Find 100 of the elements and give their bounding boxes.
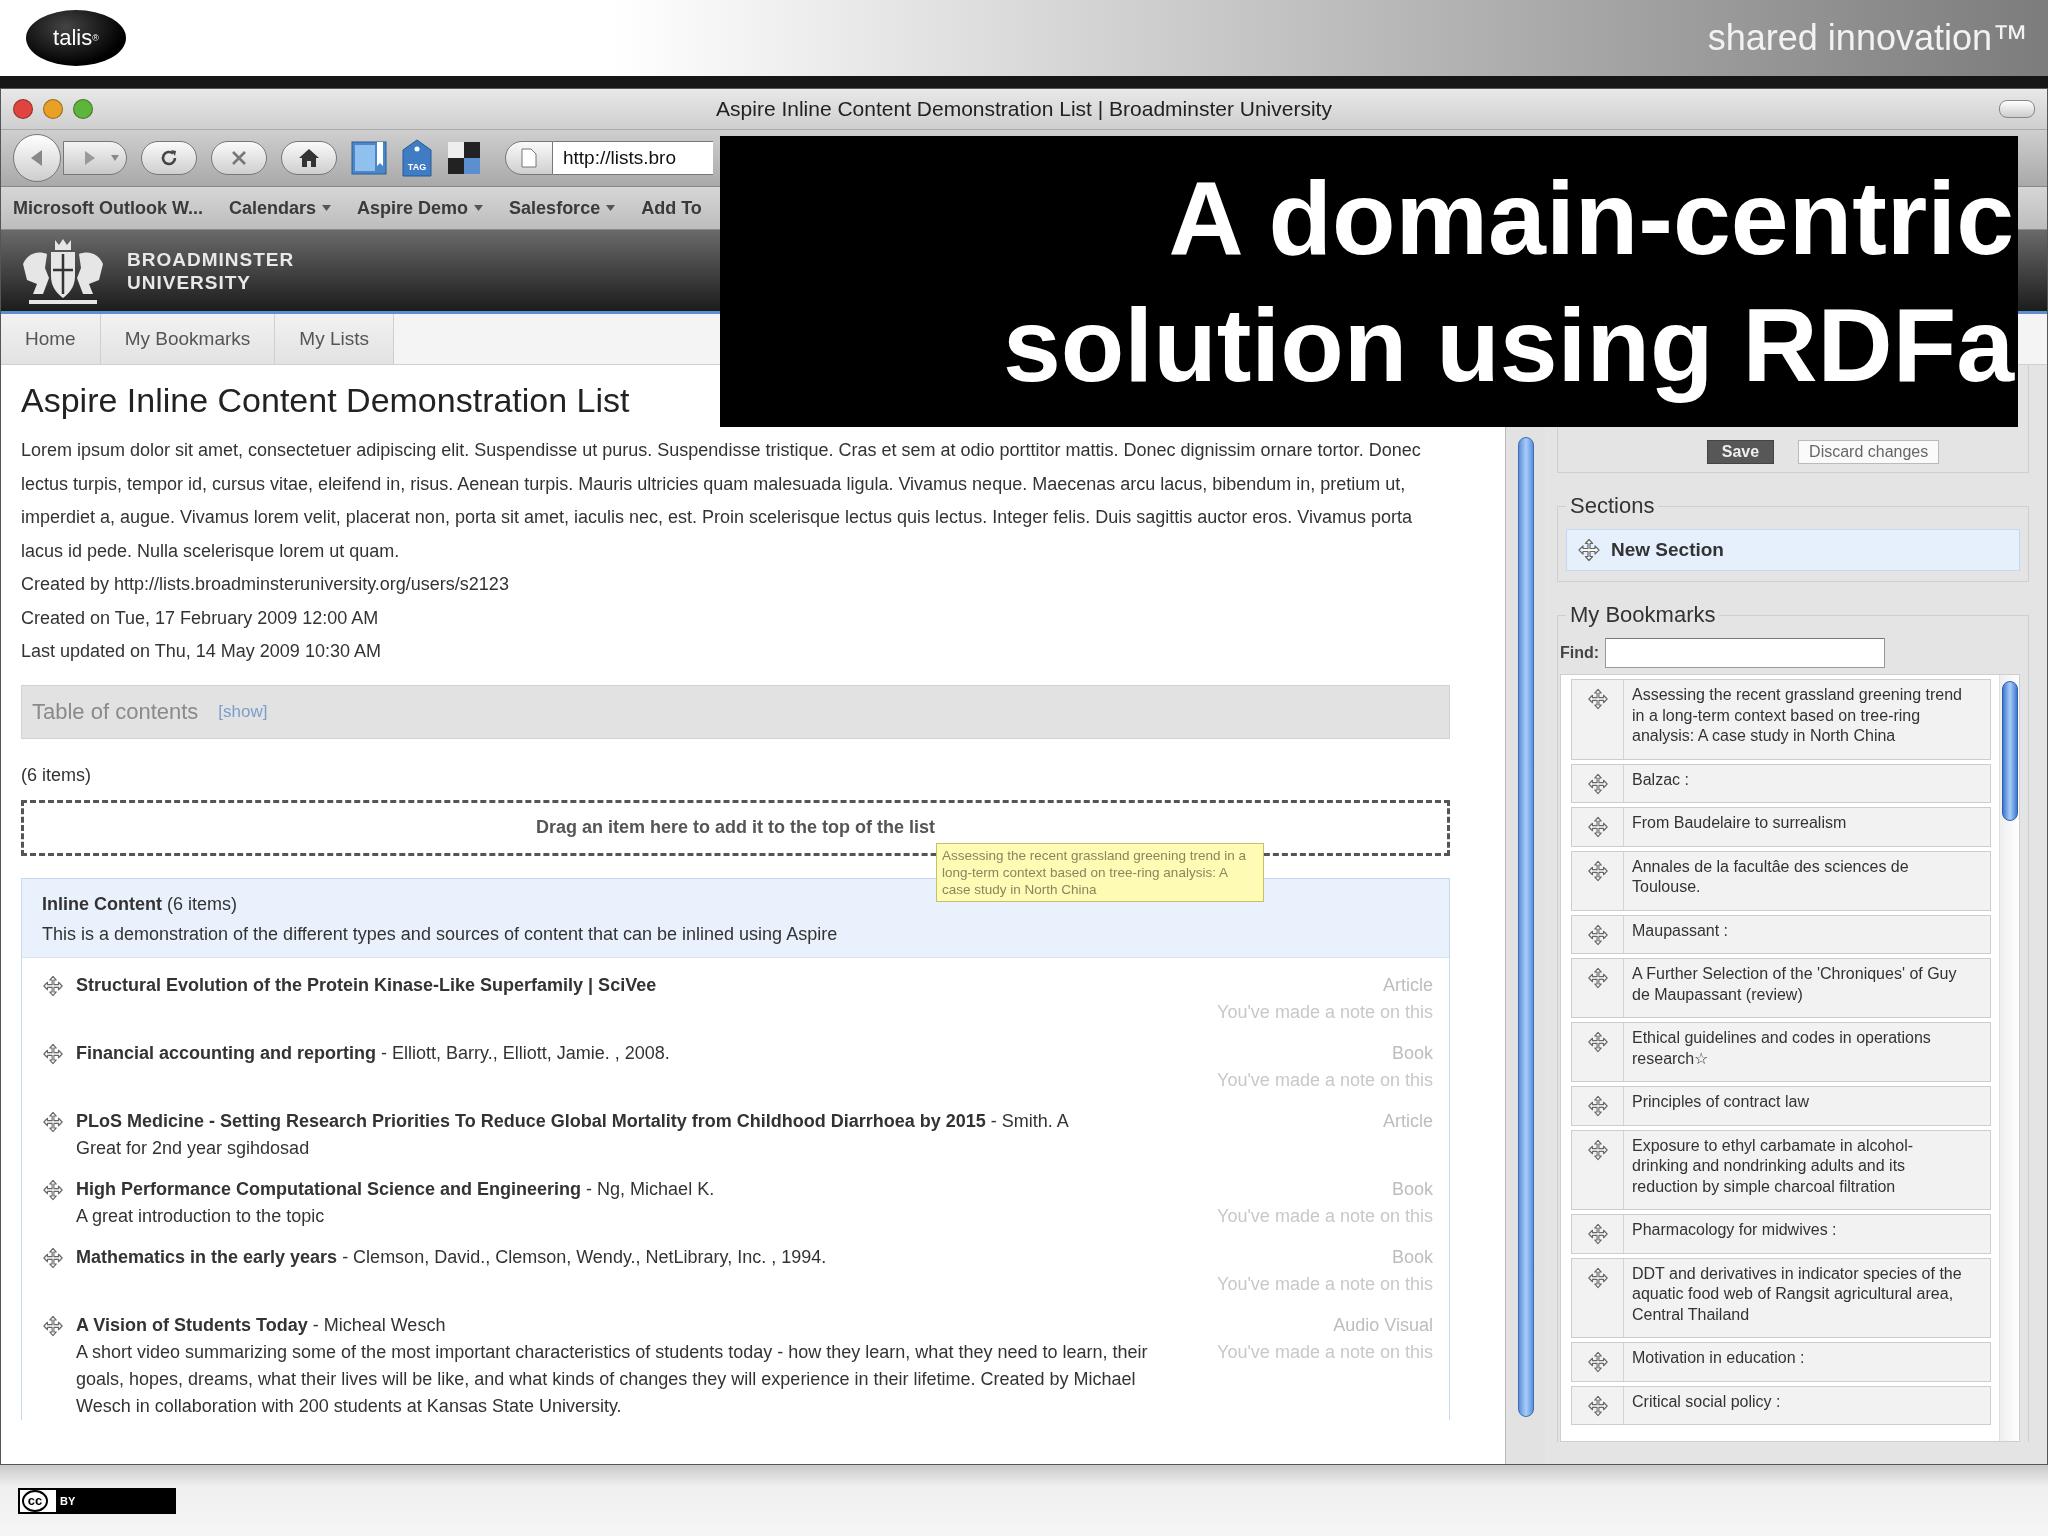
move-icon[interactable] bbox=[1586, 1223, 1609, 1245]
tag-icon[interactable]: TAG bbox=[401, 139, 433, 177]
move-icon[interactable] bbox=[1586, 1031, 1609, 1053]
list-meta: Created on Tue, 17 February 2009 12:00 AM bbox=[21, 606, 380, 630]
zoom-button[interactable] bbox=[73, 99, 93, 119]
toolbar-toggle-button[interactable] bbox=[1999, 100, 2035, 118]
item-count: (6 items) bbox=[21, 764, 92, 786]
address-field[interactable]: http://lists.bro bbox=[553, 141, 713, 175]
nav-tab[interactable]: My Bookmarks bbox=[100, 314, 276, 364]
sidebar-heading: My Bookmarks bbox=[1569, 602, 1717, 628]
bookmark-link[interactable]: Calendars bbox=[229, 197, 332, 219]
move-icon[interactable] bbox=[42, 1246, 64, 1269]
bookmark-item[interactable]: Balzac : bbox=[1571, 763, 1991, 803]
bookmark-title: Balzac : bbox=[1631, 769, 1690, 790]
bookmark-link[interactable]: Microsoft Outlook W... bbox=[13, 197, 203, 219]
bookmark-title: Assessing the recent grassland greening trend in a long-term context based on tree-ring analysis: A case study in North China bbox=[1631, 685, 1963, 746]
caret-icon bbox=[110, 154, 120, 162]
save-button[interactable]: Save bbox=[1706, 440, 1775, 464]
citation[interactable]: PLoS Medicine - Setting Research Priorities To Reduce Global Mortality from Childhood Diarrhoea by 2015 - Smith. A bbox=[76, 1107, 1179, 1135]
bookmark-item[interactable]: Principles of contract law bbox=[1571, 1086, 1991, 1126]
bookmark-item[interactable]: A Further Selection of the 'Chroniques' of Guy de Maupassant (review) bbox=[1571, 958, 1991, 1018]
nav-tab[interactable]: Home bbox=[1, 314, 101, 364]
find-field[interactable] bbox=[1605, 638, 1886, 668]
home-button[interactable] bbox=[281, 141, 337, 175]
checker-icon[interactable] bbox=[447, 141, 481, 175]
move-icon[interactable] bbox=[42, 1314, 64, 1337]
move-icon[interactable] bbox=[1586, 816, 1609, 838]
move-icon[interactable] bbox=[42, 1042, 64, 1065]
list-meta: Last updated on Thu, 14 May 2009 10:30 AM bbox=[21, 640, 382, 663]
find-label: Find: bbox=[1560, 644, 1600, 662]
bookmark-item[interactable]: Exposure to ethyl carbamate in alcohol-drinking and nondrinking adults and its reduction by simple charcoal filtration bbox=[1571, 1129, 1991, 1210]
move-icon[interactable] bbox=[1586, 688, 1609, 710]
bookmark-item[interactable]: DDT and derivatives in indicator species of the aquatic food web of Rangsit agricultural area, Central Thailand bbox=[1571, 1257, 1991, 1338]
section-item[interactable]: New Section bbox=[1566, 529, 2020, 571]
bookmark-title: Pharmacology for midwives : bbox=[1631, 1220, 1838, 1240]
citation[interactable]: A Vision of Students Today - Micheal Wesch bbox=[76, 1311, 1179, 1339]
list-meta: Created by http://lists.broadminsteruniversity.org/users/s2123 bbox=[21, 573, 510, 596]
page-title: Aspire Inline Content Demonstration List bbox=[21, 381, 631, 420]
item-note: A great introduction to the topic bbox=[76, 1204, 326, 1228]
item-type: Book bbox=[1390, 1177, 1433, 1201]
citation[interactable]: High Performance Computational Science and Engineering - Ng, Michael K. bbox=[76, 1175, 1179, 1203]
move-icon[interactable] bbox=[1586, 923, 1609, 946]
section-name: New Section bbox=[1611, 539, 1724, 561]
close-button[interactable] bbox=[13, 99, 33, 119]
move-icon[interactable] bbox=[1586, 859, 1609, 882]
move-icon[interactable] bbox=[1586, 1138, 1609, 1161]
license-badge[interactable]: cc BY bbox=[18, 1487, 176, 1514]
home-icon bbox=[297, 147, 321, 169]
move-icon[interactable] bbox=[42, 974, 64, 997]
bookmark-title: Maupassant : bbox=[1631, 920, 1730, 941]
stop-button[interactable] bbox=[211, 141, 267, 175]
discard-button[interactable]: Discard changes bbox=[1798, 440, 1940, 464]
slide-title: A domain-centric solution using RDFa bbox=[1002, 158, 2014, 405]
tagline: shared innovation™ bbox=[1707, 17, 2028, 59]
bookmark-item[interactable]: Maupassant : bbox=[1571, 914, 1991, 954]
bookmark-link[interactable]: Add To bbox=[641, 197, 702, 219]
move-icon[interactable] bbox=[42, 1178, 64, 1201]
move-icon[interactable] bbox=[1586, 1266, 1609, 1289]
bookmark-title: Ethical guidelines and codes in operations research☆ bbox=[1631, 1028, 1932, 1069]
move-icon[interactable] bbox=[1586, 772, 1609, 795]
bookmark-item[interactable]: Annales de la facultâe des sciences de Toulouse. bbox=[1571, 850, 1991, 911]
citation[interactable]: Financial accounting and reporting - Elliott, Barry., Elliott, Jamie. , 2008. bbox=[76, 1039, 1179, 1067]
move-icon[interactable] bbox=[1586, 1095, 1609, 1117]
citation[interactable]: Structural Evolution of the Protein Kinase-Like Superfamily | SciVee bbox=[76, 971, 1179, 999]
move-icon[interactable] bbox=[1586, 1351, 1609, 1373]
item-type: Audio Visual bbox=[1332, 1313, 1433, 1337]
drop-zone-label: Drag an item here to add it to the top of the list bbox=[536, 817, 935, 838]
window-title: Aspire Inline Content Demonstration List | Broadminster University bbox=[715, 97, 1333, 121]
bookmark-title: DDT and derivatives in indicator species of the aquatic food web of Rangsit agricultural area, Central Thailand bbox=[1631, 1263, 1963, 1325]
reload-button[interactable] bbox=[141, 141, 197, 175]
bookmark-title: From Baudelaire to surrealism bbox=[1631, 813, 1848, 833]
nav-tab[interactable]: My Lists bbox=[275, 314, 394, 364]
item-note: A short video summarizing some of the most important characteristics of students today - how they learn, what they need to learn, their goals, hopes, dreams, what their lives will be like, and what kinds of changes they will experience in their lifetime. Created by Michael Wesch in collaboration with 200 students at Kansas State University. bbox=[76, 1340, 1149, 1418]
list-description: Lorem ipsum dolor sit amet, consectetuer adipiscing elit. Suspendisse ut purus. Suspendisse tristique. Cras et sem at odio porttitor mattis. Donec dignissim ornare tortor. Donec lectus turpis, tempor id, cursus vitae, eleifend in, risus. Aenean turpis. Mauris ultricies quam malesuada ligula. Vivamus neque. Maecenas arcu lacus, bibendum in, pretium ut, imperdiet a, augue. Vivamus lorem velit, placerat non, porta sit amet, iaculis nec, est. Proin scelerisque lectus quis lectus. Integer felis. Duis sagittis auctor eros. Vivamus porta lacus id pede. Nulla scelerisque lorem ut quam. bbox=[21, 439, 1422, 563]
bookmark-title: Motivation in education : bbox=[1631, 1348, 1806, 1368]
bookmark-item[interactable]: Pharmacology for midwives : bbox=[1571, 1214, 1991, 1254]
bookmark-item[interactable]: Critical social policy : bbox=[1571, 1385, 1991, 1425]
bookmark-icon[interactable] bbox=[351, 140, 387, 176]
move-icon[interactable] bbox=[1577, 538, 1601, 562]
back-button[interactable] bbox=[13, 134, 61, 182]
bookmark-title: A Further Selection of the 'Chroniques' of Guy de Maupassant (review) bbox=[1631, 964, 1958, 1005]
move-icon[interactable] bbox=[42, 1110, 64, 1133]
item-type: Article bbox=[1382, 973, 1433, 997]
tooltip: Assessing the recent grassland greening trend in a long-term context based on tree-ring analysis: A case study in North China bbox=[936, 842, 1264, 902]
caret-icon bbox=[322, 205, 332, 211]
bookmark-item[interactable]: Motivation in education : bbox=[1571, 1342, 1991, 1382]
bookmark-link[interactable]: Salesforce bbox=[509, 197, 616, 219]
caret-icon bbox=[606, 205, 616, 211]
minimize-button[interactable] bbox=[43, 99, 63, 119]
bookmark-item[interactable]: Assessing the recent grassland greening trend in a long-term context based on tree-ring analysis: A case study in North China bbox=[1571, 679, 1991, 760]
scrollbar[interactable] bbox=[1517, 437, 1534, 1417]
toc-label: Table of contents bbox=[32, 698, 199, 725]
forward-button[interactable] bbox=[63, 141, 127, 175]
bookmark-title: Exposure to ethyl carbamate in alcohol-drinking and nondrinking adults and its reduction by simple charcoal filtration bbox=[1631, 1135, 1915, 1197]
move-icon[interactable] bbox=[1586, 1394, 1609, 1417]
move-icon[interactable] bbox=[1586, 967, 1609, 989]
bookmark-link[interactable]: Aspire Demo bbox=[357, 197, 484, 219]
bookmark-item[interactable]: Ethical guidelines and codes in operations research☆ bbox=[1571, 1022, 1991, 1082]
bookmark-item[interactable]: From Baudelaire to surrealism bbox=[1571, 807, 1991, 847]
citation[interactable]: Mathematics in the early years - Clemson, David., Clemson, Wendy., NetLibrary, Inc. , 1994. bbox=[76, 1243, 1179, 1271]
